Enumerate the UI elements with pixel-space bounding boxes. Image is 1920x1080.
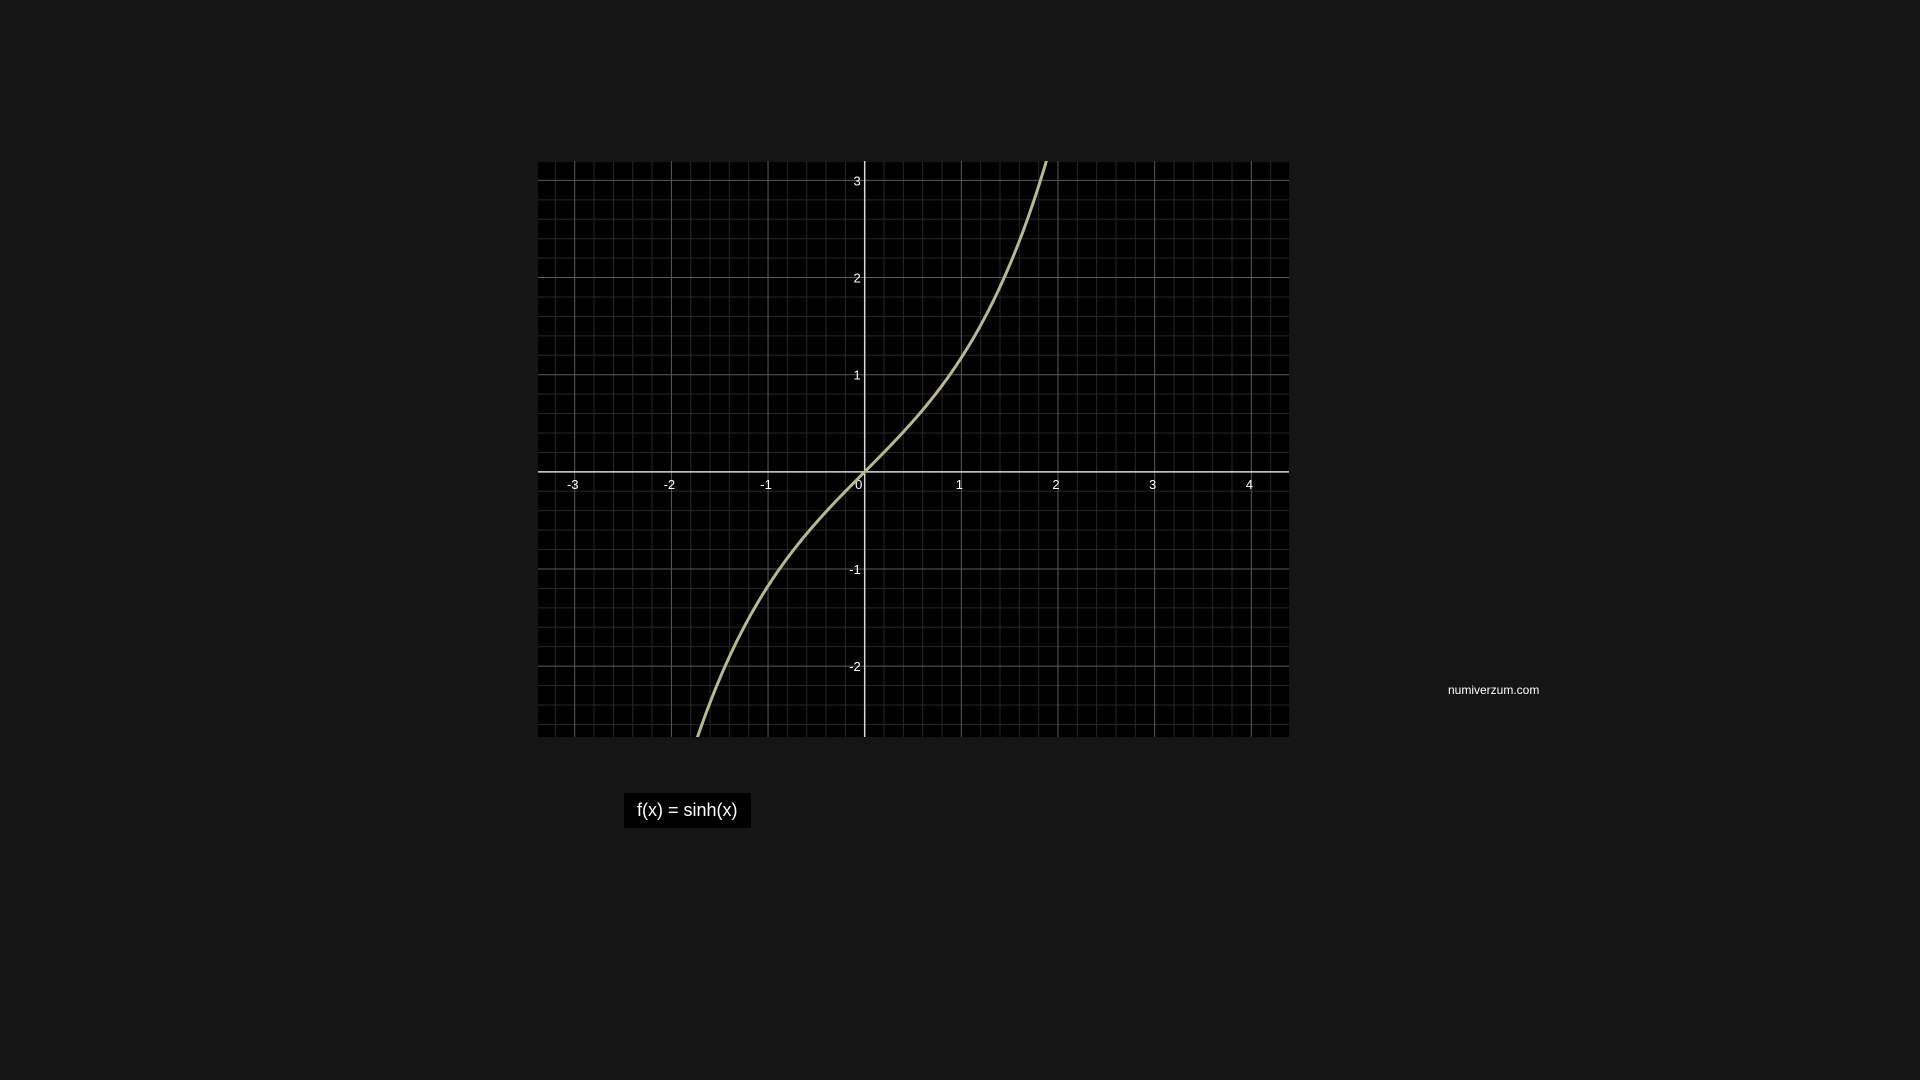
plot-background xyxy=(538,161,1289,737)
y-tick-label: -1 xyxy=(849,562,861,577)
x-tick-label: 3 xyxy=(1149,477,1156,492)
y-tick-label: 2 xyxy=(853,271,860,286)
plot-area[interactable]: -3 -2 -1 0 1 2 3 4 -2 -1 1 2 3 xyxy=(538,161,1289,737)
y-tick-label: 1 xyxy=(853,368,860,383)
x-tick-label: 2 xyxy=(1052,477,1059,492)
y-tick-label: 3 xyxy=(853,173,860,188)
y-tick-label: -2 xyxy=(849,659,861,674)
function-graph[interactable]: -3 -2 -1 0 1 2 3 4-2-1123 xyxy=(538,161,1289,737)
x-tick-label: -3 xyxy=(567,477,579,492)
x-tick-label: -2 xyxy=(664,477,676,492)
x-tick-label: 1 xyxy=(956,477,963,492)
x-tick-label: 4 xyxy=(1246,477,1253,492)
x-tick-label: -1 xyxy=(760,477,772,492)
watermark: numiverzum.com xyxy=(1448,683,1540,697)
function-label[interactable]: f(x) = sinh(x) xyxy=(624,793,751,828)
